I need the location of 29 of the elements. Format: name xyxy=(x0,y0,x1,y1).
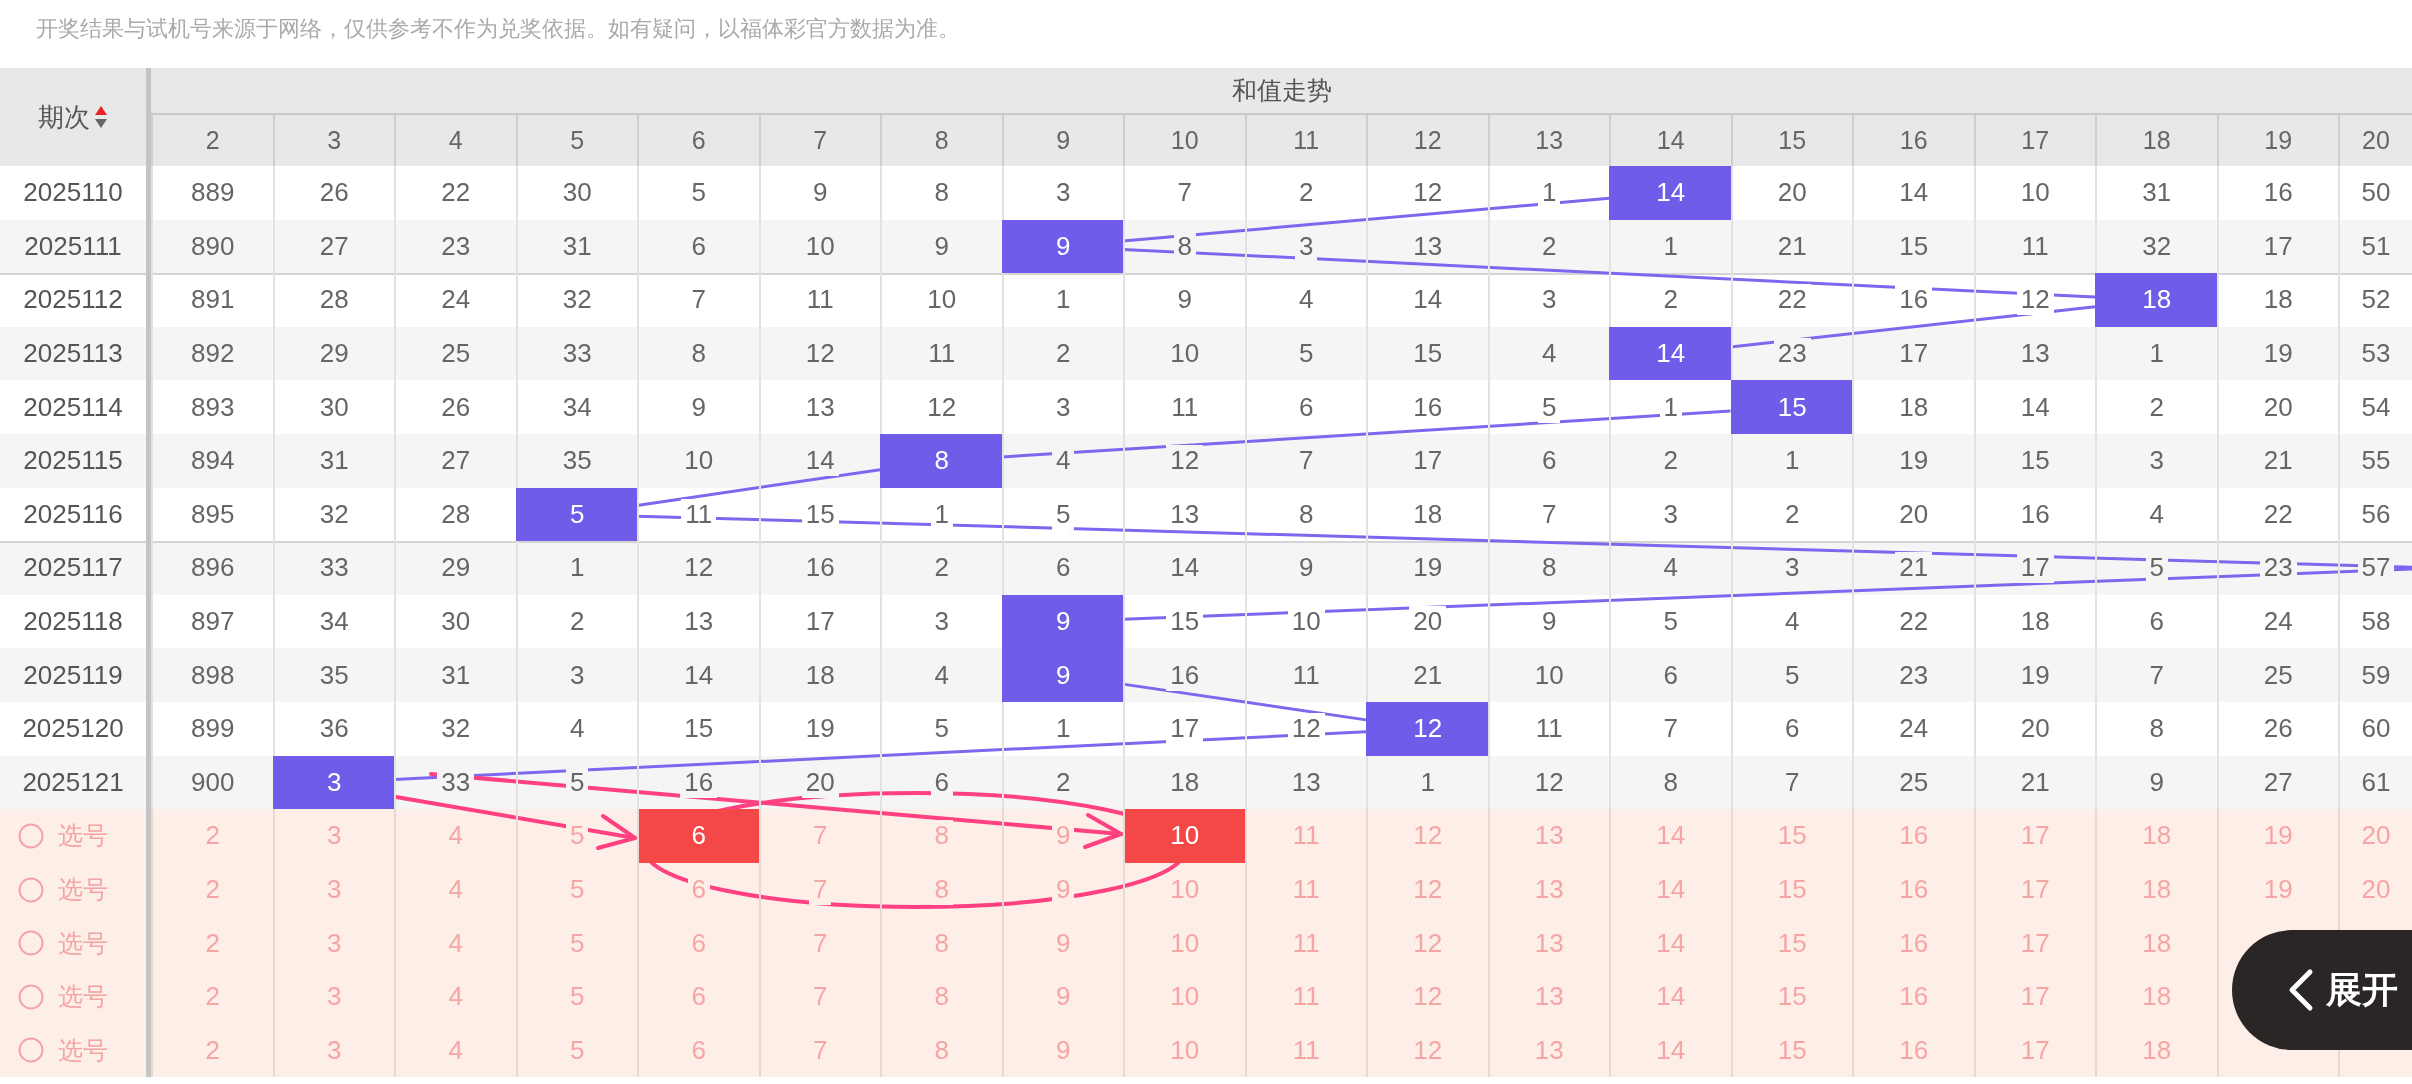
disclaimer-text: 开奖结果与试机号来源于网络，仅供参考不作为兑奖依据。如有疑问，以福体彩官方数据为准。 xyxy=(35,15,961,43)
radio-icon[interactable] xyxy=(18,930,44,957)
radio-icon[interactable] xyxy=(18,1037,44,1064)
hit-cell: 12 xyxy=(1366,701,1488,756)
radio-icon[interactable] xyxy=(18,876,44,903)
hit-cell: 15 xyxy=(1730,380,1852,434)
group-header: 和值走势 xyxy=(151,68,2412,115)
pick-label[interactable]: 选号 xyxy=(58,819,108,853)
number-option[interactable]: 10 xyxy=(1123,809,1245,863)
number-option[interactable]: 6 xyxy=(637,809,759,863)
hit-cell: 9 xyxy=(1001,648,1123,702)
period-header-label: 期次 xyxy=(38,100,90,134)
hit-cell: 5 xyxy=(515,487,637,542)
table-cell: 17 xyxy=(2016,552,2054,584)
hit-cell: 14 xyxy=(1609,166,1731,220)
hit-cell: 9 xyxy=(1001,219,1123,274)
pick-label[interactable]: 选号 xyxy=(58,926,108,960)
radio-icon[interactable] xyxy=(18,983,44,1010)
pick-label[interactable]: 选号 xyxy=(58,1033,108,1067)
expand-label: 展开 xyxy=(2326,967,2398,1012)
hit-cell: 3 xyxy=(272,755,394,810)
hit-cell: 9 xyxy=(1001,594,1123,649)
radio-icon[interactable] xyxy=(18,822,44,849)
hit-cell: 14 xyxy=(1609,326,1731,381)
pick-label[interactable]: 选号 xyxy=(58,980,108,1014)
hit-cell: 18 xyxy=(2095,273,2217,327)
hit-cell: 8 xyxy=(880,433,1002,488)
expand-button[interactable]: 展开 xyxy=(2232,930,2412,1050)
pick-label[interactable]: 选号 xyxy=(58,873,108,906)
